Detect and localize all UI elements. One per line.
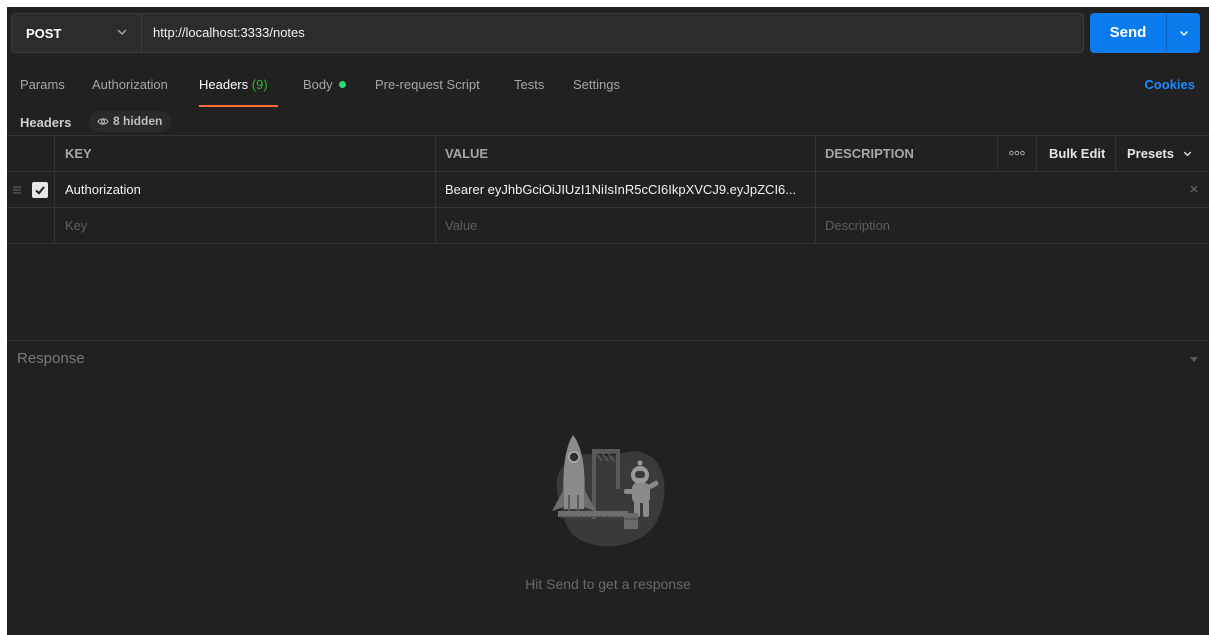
new-key-input[interactable]: Key — [65, 208, 87, 243]
method-url-group: POST http://localhost:3333/notes — [11, 13, 1084, 53]
tab-label: Authorization — [92, 77, 168, 92]
table-header-row: KEY VALUE DESCRIPTION Bulk Edit Presets — [7, 136, 1209, 172]
column-divider — [815, 136, 816, 171]
response-divider[interactable] — [7, 340, 1209, 341]
more-icon — [1009, 150, 1025, 156]
chevron-down-icon — [117, 29, 127, 35]
postman-request-panel: POST http://localhost:3333/notes Send Pa… — [7, 7, 1209, 635]
empty-response-hint: Hit Send to get a response — [525, 576, 691, 592]
column-divider — [54, 136, 55, 171]
headers-section-label: Headers — [20, 115, 72, 130]
table-row: Authorization Bearer eyJhbGciOiJIUzI1NiI… — [7, 172, 1209, 208]
column-divider — [54, 172, 55, 207]
header-description-input[interactable] — [825, 172, 1195, 207]
tab-settings[interactable]: Settings — [573, 77, 620, 92]
headers-table: KEY VALUE DESCRIPTION Bulk Edit Presets — [7, 135, 1209, 244]
headers-count: (9) — [251, 77, 268, 92]
headers-subheader: Headers 8 hidden — [7, 109, 1209, 135]
tab-label: Headers — [199, 77, 249, 92]
column-divider — [997, 136, 998, 171]
column-divider — [815, 172, 816, 207]
column-divider — [1036, 136, 1037, 171]
tab-body[interactable]: Body — [303, 77, 346, 92]
method-label: POST — [26, 25, 62, 41]
send-button[interactable]: Send — [1090, 13, 1166, 53]
tab-params[interactable]: Params — [20, 77, 65, 92]
column-divider — [1115, 136, 1116, 171]
url-input[interactable]: http://localhost:3333/notes — [153, 14, 305, 52]
hidden-count-label: 8 hidden — [113, 114, 163, 128]
delete-row-icon[interactable] — [1189, 184, 1199, 194]
presets-label: Presets — [1127, 146, 1174, 161]
body-status-dot — [338, 81, 346, 88]
more-options-button[interactable] — [1009, 134, 1025, 169]
header-value-input[interactable]: Bearer eyJhbGciOiJIUzI1NiIsInR5cCI6IkpXV… — [445, 172, 807, 207]
chevron-down-icon — [1183, 151, 1191, 157]
table-row: Key Value Description — [7, 208, 1209, 244]
response-title: Response — [17, 350, 85, 367]
eye-icon — [97, 118, 109, 125]
bulk-edit-button[interactable]: Bulk Edit — [1049, 136, 1105, 171]
request-tabs: Params Authorization Headers (9) Body Pr… — [7, 69, 1209, 109]
column-divider — [435, 136, 436, 171]
tab-label: Tests — [514, 77, 545, 92]
column-divider — [815, 208, 816, 243]
request-bar: POST http://localhost:3333/notes Send — [7, 13, 1209, 53]
column-header-key: KEY — [65, 146, 92, 161]
rocket-astronaut-illustration — [552, 435, 665, 547]
send-options-button[interactable] — [1167, 13, 1200, 53]
hidden-headers-toggle[interactable]: 8 hidden — [89, 111, 172, 132]
column-header-value: VALUE — [445, 146, 489, 161]
tab-pre-request-script[interactable]: Pre-request Script — [375, 77, 480, 92]
active-tab-indicator — [199, 105, 278, 107]
column-divider — [435, 172, 436, 207]
column-divider — [435, 208, 436, 243]
new-value-input[interactable]: Value — [445, 208, 477, 243]
checkmark-icon — [35, 186, 45, 195]
collapse-response-icon[interactable] — [1189, 355, 1199, 363]
new-description-input[interactable]: Description — [825, 208, 890, 243]
tab-label: Body — [303, 77, 333, 92]
column-header-description: DESCRIPTION — [825, 146, 914, 161]
tab-label: Pre-request Script — [375, 77, 480, 92]
column-divider — [54, 208, 55, 243]
method-select[interactable]: POST — [12, 14, 142, 52]
tab-label: Params — [20, 77, 65, 92]
drag-handle-icon[interactable] — [12, 184, 22, 196]
header-key-input[interactable]: Authorization — [65, 172, 425, 207]
row-enabled-checkbox[interactable] — [32, 182, 48, 198]
tab-tests[interactable]: Tests — [514, 77, 544, 92]
tab-label: Settings — [573, 77, 620, 92]
cookies-link[interactable]: Cookies — [1144, 77, 1195, 92]
send-button-group: Send — [1090, 13, 1200, 53]
presets-button[interactable]: Presets — [1127, 136, 1193, 171]
tab-headers[interactable]: Headers (9) — [199, 77, 268, 92]
chevron-down-icon — [1179, 31, 1188, 36]
tab-authorization[interactable]: Authorization — [92, 77, 168, 92]
